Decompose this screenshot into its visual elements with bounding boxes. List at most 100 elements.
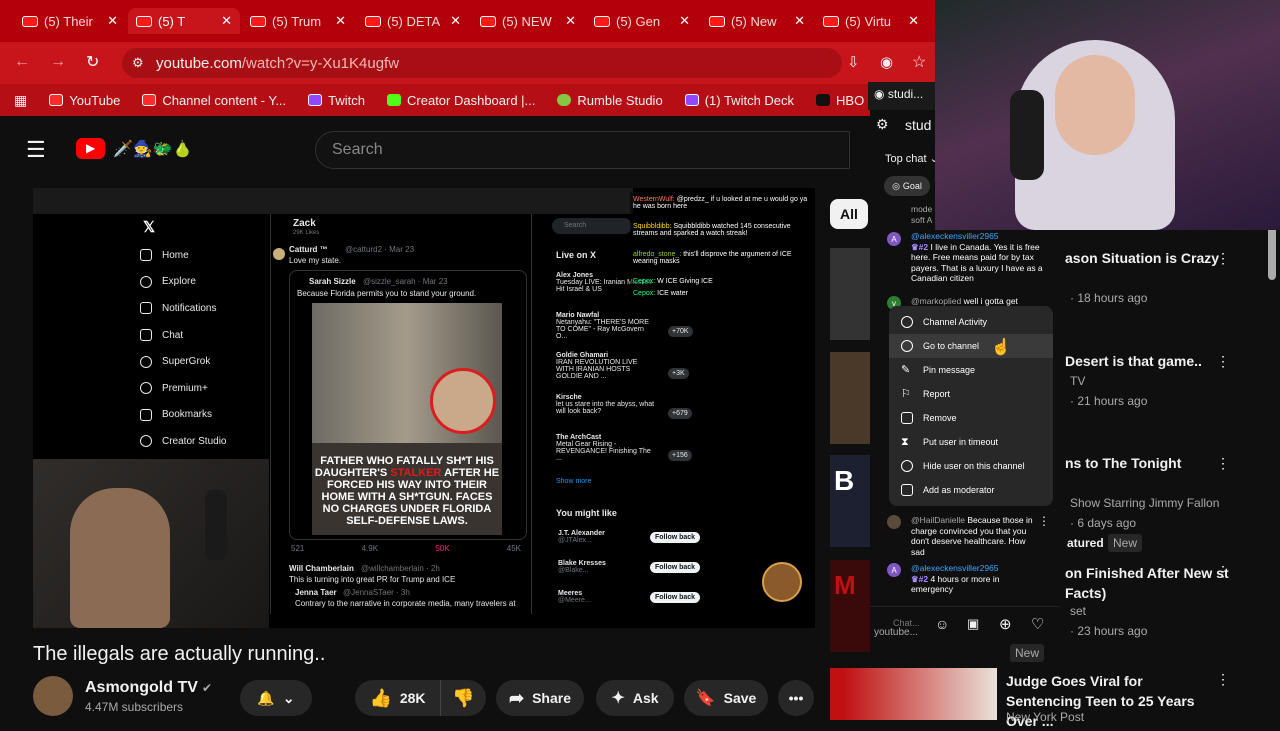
chat-icon bbox=[140, 329, 152, 342]
post-text: Love my state. bbox=[289, 256, 342, 265]
chevron-down-icon: ⌄ bbox=[282, 689, 295, 706]
channel-name[interactable]: Asmongold TV bbox=[85, 679, 198, 697]
dislike-button[interactable]: 👎 bbox=[440, 680, 486, 716]
bookmark-twitch[interactable]: Twitch bbox=[308, 93, 365, 108]
recommended-video-title[interactable]: ason Situation is Crazy bbox=[1065, 250, 1235, 266]
browser-tab-active[interactable]: (5) T ✕ bbox=[128, 8, 240, 34]
close-icon[interactable]: ✕ bbox=[794, 13, 805, 29]
streamer-silhouette bbox=[70, 488, 170, 628]
close-icon[interactable]: ✕ bbox=[335, 13, 346, 29]
browser-tab[interactable]: (5) DETA ✕ bbox=[357, 8, 469, 34]
youtube-favicon-icon bbox=[250, 15, 266, 27]
tracking-icon[interactable]: ◉ bbox=[880, 53, 893, 71]
close-icon[interactable]: ✕ bbox=[221, 13, 232, 29]
back-icon[interactable]: ← bbox=[14, 53, 30, 71]
add-icon[interactable]: ⊕ bbox=[999, 615, 1012, 633]
bookmark-youtube[interactable]: YouTube bbox=[49, 93, 120, 108]
post-handle: @JennaSTaer · 3h bbox=[343, 588, 410, 597]
hamburger-menu-icon[interactable]: ☰ bbox=[26, 137, 46, 163]
forward-icon[interactable]: → bbox=[50, 53, 66, 71]
more-vertical-icon[interactable]: ⋮ bbox=[1216, 353, 1230, 370]
super-chat-icon[interactable]: ▣ bbox=[967, 616, 979, 632]
new-badge: New bbox=[1010, 644, 1045, 662]
bookmark-twitch-deck[interactable]: (1) Twitch Deck bbox=[684, 93, 794, 108]
menu-item-hide-user[interactable]: Hide user on this channel bbox=[889, 454, 1053, 478]
more-vertical-icon[interactable]: ⋮ bbox=[1216, 455, 1230, 472]
menu-item-timeout[interactable]: ⧗ Put user in timeout bbox=[889, 430, 1053, 454]
url-bar[interactable]: ⚙ youtube.com/watch?v=y-Xu1K4ugfw bbox=[122, 48, 842, 78]
menu-item-pin-message[interactable]: ✎ Pin message bbox=[889, 358, 1053, 382]
like-button[interactable]: 👍 28K bbox=[355, 680, 440, 716]
chat-message: @markoplied well i gotta get bbox=[911, 296, 1018, 306]
browser-tab[interactable]: (5) Trum ✕ bbox=[242, 8, 354, 34]
apps-grid-icon[interactable]: ▦ bbox=[14, 92, 27, 109]
ask-button[interactable]: ✦ Ask bbox=[596, 680, 674, 716]
streamer-face bbox=[1055, 55, 1135, 155]
message-more-icon[interactable]: ⋮ bbox=[1038, 514, 1050, 528]
kick-icon bbox=[387, 94, 402, 106]
close-icon[interactable]: ✕ bbox=[908, 13, 919, 29]
video-thumbnail[interactable] bbox=[830, 352, 870, 444]
menu-item-go-to-channel[interactable]: Go to channel bbox=[889, 334, 1053, 358]
save-button[interactable]: 🔖 Save bbox=[684, 680, 768, 716]
goal-button[interactable]: ◎ Goal bbox=[884, 176, 930, 196]
recommended-video-title[interactable]: Desert is that game.. bbox=[1065, 353, 1235, 369]
site-settings-icon[interactable]: ⚙ bbox=[132, 55, 144, 71]
bookmark-rumble-studio[interactable]: Rumble Studio bbox=[557, 93, 663, 108]
browser-tab[interactable]: (5) NEW ✕ bbox=[472, 8, 584, 34]
reload-icon[interactable]: ↻ bbox=[86, 52, 99, 72]
post-handle: @catturd2 · Mar 23 bbox=[345, 245, 415, 254]
verified-icon: ✔ bbox=[202, 681, 213, 695]
menu-item-report[interactable]: ⚐ Report bbox=[889, 382, 1053, 406]
top-chat-dropdown[interactable]: Top chat ⌄ bbox=[885, 152, 939, 165]
inner-browser-bar bbox=[33, 188, 633, 214]
search-input[interactable]: Search bbox=[315, 131, 850, 169]
emoji-icon[interactable]: ☺ bbox=[935, 616, 949, 632]
inset-photo bbox=[430, 368, 496, 434]
stream-chat-overlay: WesternWulf: @predzz_ if u looked at me … bbox=[630, 192, 810, 302]
recommended-video-title[interactable]: on Finished After New st Facts) bbox=[1065, 563, 1235, 603]
menu-item-remove[interactable]: Remove bbox=[889, 406, 1053, 430]
youtube-favicon-icon bbox=[823, 15, 839, 27]
browser-tab[interactable]: (5) Gen ✕ bbox=[586, 8, 698, 34]
video-thumbnail[interactable]: M bbox=[830, 560, 870, 652]
filter-settings-icon[interactable]: ⚙ bbox=[876, 116, 889, 133]
listener-count: +679 bbox=[668, 408, 692, 419]
more-actions-button[interactable]: ••• bbox=[778, 680, 814, 716]
bookmark-creator-dashboard[interactable]: Creator Dashboard |... bbox=[387, 93, 535, 108]
more-vertical-icon[interactable]: ⋮ bbox=[1216, 671, 1230, 688]
studio-tab-fragment[interactable]: ◉ studi... bbox=[868, 82, 935, 110]
home-icon bbox=[140, 249, 152, 262]
close-icon[interactable]: ✕ bbox=[450, 13, 461, 29]
url-path: /watch?v=y-Xu1K4ugfw bbox=[241, 54, 400, 72]
close-icon[interactable]: ✕ bbox=[565, 13, 576, 29]
heart-icon[interactable]: ♡ bbox=[1031, 615, 1044, 633]
browser-tab[interactable]: (5) Virtu ✕ bbox=[815, 8, 927, 34]
more-horizontal-icon: ••• bbox=[788, 690, 804, 706]
chat-message: @alexeckensviller2965 ♛#2 I live in Cana… bbox=[911, 231, 1043, 283]
menu-item-add-moderator[interactable]: Add as moderator bbox=[889, 478, 1053, 502]
install-app-icon[interactable]: ⇩ bbox=[847, 53, 860, 71]
scrollbar-thumb[interactable] bbox=[1268, 225, 1276, 280]
video-thumbnail[interactable] bbox=[830, 248, 870, 340]
subscribe-notification-button[interactable]: 🔔 ⌄ bbox=[240, 680, 312, 716]
bookmark-channel-content[interactable]: Channel content - Y... bbox=[142, 93, 286, 108]
bookmark-star-icon[interactable]: ☆ bbox=[912, 52, 926, 72]
premium-icon bbox=[140, 382, 152, 395]
video-thumbnail[interactable]: B bbox=[830, 455, 870, 547]
browser-tab[interactable]: (5) Their ✕ bbox=[14, 8, 126, 34]
browser-tab[interactable]: (5) New ✕ bbox=[701, 8, 813, 34]
menu-item-channel-activity[interactable]: Channel Activity bbox=[889, 310, 1053, 334]
close-icon[interactable]: ✕ bbox=[107, 13, 118, 29]
youtube-logo-icon[interactable]: ▶ bbox=[76, 138, 105, 159]
channel-avatar[interactable] bbox=[33, 676, 73, 716]
more-vertical-icon[interactable]: ⋮ bbox=[1216, 563, 1230, 580]
chip-all[interactable]: All bbox=[830, 199, 868, 229]
recommended-video-title[interactable]: ns to The Tonight bbox=[1065, 455, 1235, 471]
share-button[interactable]: ➦ Share bbox=[496, 680, 584, 716]
video-thumbnail[interactable] bbox=[843, 668, 997, 720]
more-vertical-icon[interactable]: ⋮ bbox=[1216, 250, 1230, 267]
close-icon[interactable]: ✕ bbox=[679, 13, 690, 29]
youtube-favicon-icon bbox=[594, 15, 610, 27]
x-nav-creator-studio: Creator Studio bbox=[140, 428, 226, 455]
